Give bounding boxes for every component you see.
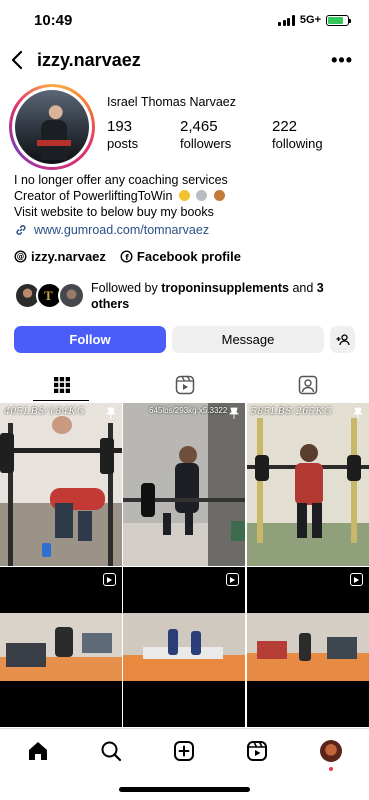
follow-button[interactable]: Follow bbox=[14, 326, 166, 353]
stat-posts: 193 posts bbox=[107, 118, 138, 151]
post-tile-reel[interactable] bbox=[123, 567, 245, 727]
followed-by-name: troponinsupplements bbox=[161, 281, 289, 295]
avatar-photo bbox=[15, 90, 89, 164]
back-arrow-icon[interactable] bbox=[10, 50, 26, 70]
stat-following[interactable]: 222 following bbox=[272, 118, 323, 151]
add-user-button[interactable] bbox=[330, 326, 355, 353]
svg-text:f: f bbox=[125, 253, 129, 262]
post-thumbnail bbox=[0, 567, 122, 727]
profile-username: izzy.narvaez bbox=[37, 50, 141, 70]
social-links: @ izzy.narvaez f Facebook profile bbox=[14, 249, 241, 264]
followed-by-text: Followed by troponinsupplements and 3 ot… bbox=[91, 281, 324, 311]
profile-header: izzy.narvaez ••• bbox=[0, 44, 369, 76]
nav-reels[interactable] bbox=[245, 739, 269, 763]
post-thumbnail bbox=[123, 567, 245, 727]
post-tile-reel[interactable] bbox=[0, 567, 122, 727]
nav-home[interactable] bbox=[26, 739, 50, 763]
post-thumbnail bbox=[247, 567, 369, 727]
add-user-icon bbox=[336, 333, 350, 345]
following-label: following bbox=[272, 136, 323, 151]
search-icon bbox=[101, 741, 122, 762]
threads-link[interactable]: @ izzy.narvaez bbox=[14, 249, 106, 264]
nav-search[interactable] bbox=[99, 739, 123, 763]
tagged-person-icon bbox=[298, 375, 317, 395]
post-tile[interactable]: 405LBS/184KG bbox=[0, 403, 122, 566]
gold-medal-icon bbox=[178, 190, 190, 201]
bio-line: Creator of PowerliftingToWin bbox=[14, 189, 173, 203]
stat-followers[interactable]: 2,465 followers bbox=[180, 118, 231, 151]
post-tile-reel[interactable] bbox=[247, 567, 369, 727]
post-tile[interactable]: 585LBS/265KG bbox=[247, 403, 369, 566]
signal-icon bbox=[278, 14, 295, 26]
post-caption: 585LBS/265KG bbox=[251, 405, 333, 417]
website-link[interactable]: www.gumroad.com/tomnarvaez bbox=[14, 223, 209, 237]
link-icon bbox=[16, 225, 26, 235]
post-caption: 645lbs/293kg x5.3322 bbox=[149, 406, 228, 415]
bio-line-medals: Creator of PowerliftingToWin bbox=[14, 188, 228, 204]
profile-avatar[interactable] bbox=[9, 84, 95, 170]
bio-line: I no longer offer any coaching services bbox=[14, 173, 228, 187]
post-tile[interactable]: 645lbs/293kg x5.3322 bbox=[123, 403, 245, 566]
website-url: www.gumroad.com/tomnarvaez bbox=[34, 223, 210, 237]
reels-icon bbox=[175, 375, 194, 395]
facebook-link[interactable]: f Facebook profile bbox=[120, 249, 241, 264]
bronze-medal-icon bbox=[213, 190, 225, 201]
posts-count: 193 bbox=[107, 118, 133, 135]
nav-create[interactable] bbox=[172, 739, 196, 763]
post-thumbnail bbox=[0, 403, 122, 566]
facebook-icon: f bbox=[120, 250, 133, 263]
home-icon bbox=[29, 742, 47, 760]
pin-icon bbox=[229, 407, 239, 419]
followers-count: 2,465 bbox=[180, 118, 218, 135]
following-count: 222 bbox=[272, 118, 298, 135]
post-thumbnail bbox=[247, 403, 369, 566]
network-label: 5G+ bbox=[299, 14, 321, 26]
threads-icon: @ bbox=[14, 250, 27, 263]
notification-dot bbox=[329, 767, 333, 771]
followed-by[interactable]: T Followed by troponinsupplements and 3 … bbox=[14, 280, 359, 314]
pin-icon bbox=[106, 407, 116, 419]
battery-icon bbox=[326, 14, 351, 26]
status-time: 10:49 bbox=[34, 12, 73, 29]
display-name: Israel Thomas Narvaez bbox=[107, 95, 236, 109]
reel-icon bbox=[103, 573, 116, 586]
grid-icon bbox=[53, 377, 70, 393]
tab-tagged[interactable] bbox=[246, 369, 369, 401]
more-options-icon[interactable]: ••• bbox=[331, 50, 353, 71]
posts-label: posts bbox=[107, 136, 139, 151]
profile-tabs bbox=[0, 369, 369, 401]
post-thumbnail bbox=[123, 403, 245, 566]
tab-posts-grid[interactable] bbox=[0, 369, 123, 401]
message-button[interactable]: Message bbox=[172, 326, 324, 353]
bottom-navigation bbox=[0, 728, 369, 772]
reel-icon bbox=[226, 573, 239, 586]
create-post-icon bbox=[174, 741, 194, 761]
status-indicators: 5G+ bbox=[278, 14, 351, 26]
bio-line: Visit website to below buy my books bbox=[14, 205, 214, 219]
followers-label: followers bbox=[180, 136, 232, 151]
post-caption: 405LBS/184KG bbox=[4, 405, 86, 417]
nav-profile[interactable] bbox=[319, 739, 343, 771]
status-bar: 10:49 5G+ bbox=[0, 0, 369, 44]
pin-icon bbox=[353, 407, 363, 419]
profile-bio: I no longer offer any coaching services … bbox=[14, 172, 228, 220]
silver-medal-icon bbox=[196, 190, 208, 201]
reel-icon bbox=[350, 573, 363, 586]
home-indicator bbox=[119, 787, 250, 792]
threads-handle: izzy.narvaez bbox=[31, 249, 106, 264]
facebook-label: Facebook profile bbox=[136, 249, 241, 264]
follower-avatar bbox=[58, 282, 85, 309]
tab-reels[interactable] bbox=[123, 369, 246, 401]
reels-nav-icon bbox=[247, 741, 267, 761]
profile-avatar-icon bbox=[320, 740, 342, 762]
svg-text:@: @ bbox=[17, 252, 25, 261]
